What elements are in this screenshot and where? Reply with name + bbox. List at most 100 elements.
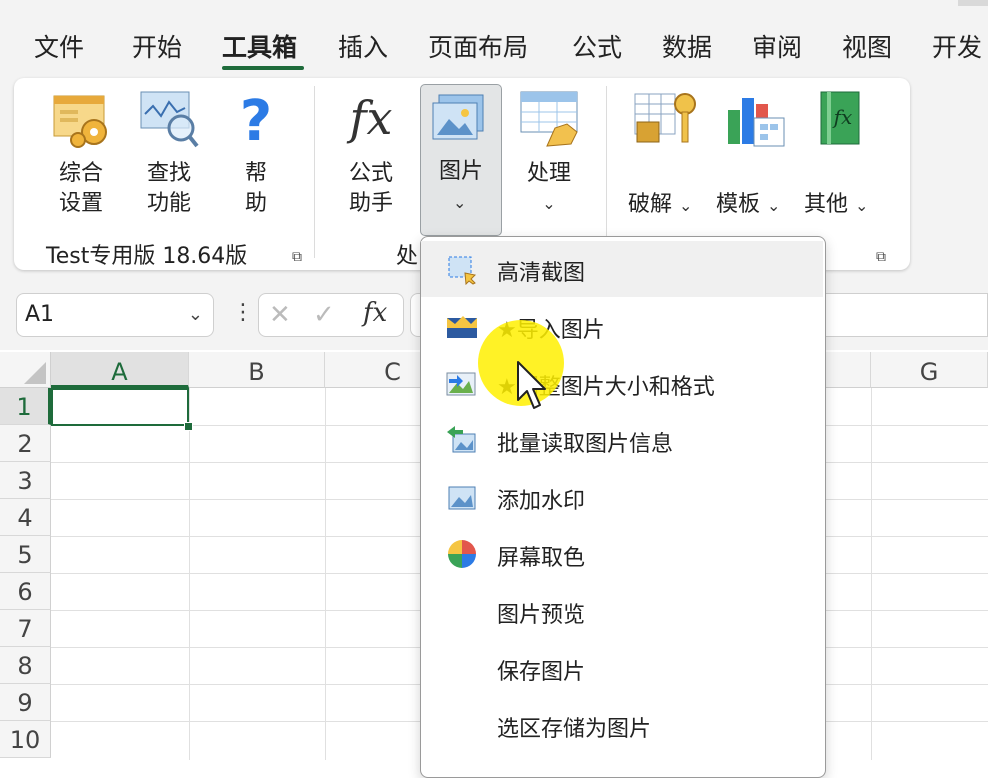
column-header-a[interactable]: A xyxy=(51,352,189,388)
tab-file[interactable]: 文件 xyxy=(34,28,84,64)
crack-button[interactable] xyxy=(626,88,706,159)
tab-developer[interactable]: 开发 xyxy=(932,28,982,64)
screenshot-icon xyxy=(448,256,477,285)
batch-read-icon xyxy=(447,426,476,453)
name-box-value: A1 xyxy=(25,302,55,327)
mouse-pointer-icon xyxy=(517,361,546,409)
row-header-5[interactable]: 5 xyxy=(0,536,51,573)
tab-formulas[interactable]: 公式 xyxy=(572,28,622,64)
find-function-line2: 功能 xyxy=(146,191,191,216)
chevron-down-icon: ⌄ xyxy=(453,193,467,212)
crack-label[interactable]: 破解 ⌄ xyxy=(628,190,692,221)
row-header-9[interactable]: 9 xyxy=(0,684,51,721)
menu-tab-bar: 文件 开始 工具箱 插入 页面布局 公式 数据 审阅 视图 开发 xyxy=(0,0,988,78)
settings-window-icon xyxy=(53,95,107,148)
question-mark-icon: ? xyxy=(240,89,272,154)
picture-icon xyxy=(432,94,484,140)
picture-label: 图片 xyxy=(438,159,483,184)
tab-data[interactable]: 数据 xyxy=(662,28,712,64)
insert-function-icon[interactable]: fx xyxy=(363,298,387,328)
fill-handle[interactable] xyxy=(184,422,193,431)
svg-text:?: ? xyxy=(240,89,272,150)
grid-line xyxy=(325,388,326,760)
select-all-triangle-icon xyxy=(24,362,46,384)
picture-button[interactable]: 图片 ⌄ xyxy=(420,84,502,236)
chevron-down-icon[interactable]: ⌄ xyxy=(188,304,203,325)
find-magnifier-icon xyxy=(140,91,199,148)
row-header-4[interactable]: 4 xyxy=(0,499,51,536)
dialog-launcher-icon[interactable]: ⧉ xyxy=(292,250,306,264)
tab-home[interactable]: 开始 xyxy=(132,28,182,64)
group1-label: Test专用版 18.64版 xyxy=(46,244,248,269)
menu-item-batch-read[interactable]: 批量读取图片信息 xyxy=(421,412,823,468)
import-picture-icon xyxy=(447,316,477,338)
menu-item-hd-screenshot[interactable]: 高清截图 xyxy=(421,241,823,297)
chevron-down-icon: ⌄ xyxy=(767,196,781,215)
more-options-icon[interactable]: ⋮ xyxy=(232,300,254,325)
formula-helper-line1: 公式 xyxy=(348,161,393,186)
row-header-1[interactable]: 1 xyxy=(0,388,51,425)
menu-item-color-picker[interactable]: 屏幕取色 xyxy=(421,526,823,582)
tab-page-layout[interactable]: 页面布局 xyxy=(428,28,528,64)
tab-toolbox[interactable]: 工具箱 xyxy=(222,28,297,64)
other-button[interactable]: fx xyxy=(806,88,876,159)
menu-item-label: 保存图片 xyxy=(497,660,586,685)
menu-item-label: 批量读取图片信息 xyxy=(497,432,674,457)
svg-text:fx: fx xyxy=(347,91,393,145)
row-header-3[interactable]: 3 xyxy=(0,462,51,499)
menu-item-watermark[interactable]: 添加水印 xyxy=(421,469,823,525)
active-tab-indicator xyxy=(222,66,304,70)
tab-review[interactable]: 审阅 xyxy=(752,28,802,64)
table-hand-icon xyxy=(520,91,578,147)
find-function-button[interactable]: 查找 功能 xyxy=(134,88,204,219)
row-header-8[interactable]: 8 xyxy=(0,647,51,684)
help-button[interactable]: ? 帮 助 xyxy=(228,88,284,219)
menu-item-label: 高清截图 xyxy=(497,261,586,286)
grid-line xyxy=(871,388,872,760)
formula-actions: ✕ ✓ fx xyxy=(258,293,404,337)
chevron-down-icon: ⌄ xyxy=(542,194,556,213)
svg-text:fx: fx xyxy=(832,105,853,129)
template-label[interactable]: 模板 ⌄ xyxy=(716,190,780,221)
chevron-down-icon: ⌄ xyxy=(855,196,869,215)
other-label[interactable]: 其他 ⌄ xyxy=(804,190,868,221)
resize-picture-icon xyxy=(446,372,476,396)
row-header-6[interactable]: 6 xyxy=(0,573,51,610)
formula-helper-button[interactable]: fx 公式 助手 xyxy=(336,88,406,219)
grid-line xyxy=(189,388,190,760)
template-text: 模板 xyxy=(716,192,761,217)
row-header-2[interactable]: 2 xyxy=(0,425,51,462)
cancel-icon[interactable]: ✕ xyxy=(269,300,291,330)
general-settings-button[interactable]: 综合 设置 xyxy=(46,88,116,219)
row-header-7[interactable]: 7 xyxy=(0,610,51,647)
window-corner xyxy=(958,0,988,6)
general-settings-line2: 设置 xyxy=(58,191,103,216)
menu-item-save-picture[interactable]: 保存图片 xyxy=(421,640,823,696)
menu-item-save-selection-as-picture[interactable]: 选区存储为图片 xyxy=(421,697,823,753)
general-settings-line1: 综合 xyxy=(58,161,103,186)
select-all-corner[interactable] xyxy=(0,352,51,388)
column-header-g[interactable]: G xyxy=(871,352,988,388)
find-function-line1: 查找 xyxy=(146,161,191,186)
ribbon-separator xyxy=(314,86,315,258)
watermark-icon xyxy=(448,486,476,510)
active-cell-a1[interactable] xyxy=(51,388,189,426)
tab-insert[interactable]: 插入 xyxy=(338,28,388,64)
menu-item-picture-preview[interactable]: 图片预览 xyxy=(421,583,823,639)
template-button[interactable] xyxy=(716,88,796,159)
tab-view[interactable]: 视图 xyxy=(842,28,892,64)
help-line1: 帮 xyxy=(244,161,267,186)
group2-label: 处 xyxy=(396,244,419,269)
process-button[interactable]: 处理 ⌄ xyxy=(514,88,584,219)
lock-key-icon xyxy=(634,93,696,143)
menu-item-label: 图片预览 xyxy=(497,603,586,628)
name-box[interactable]: A1 ⌄ xyxy=(16,293,214,337)
menu-item-label: 添加水印 xyxy=(497,489,586,514)
chart-template-icon xyxy=(728,98,785,147)
confirm-icon[interactable]: ✓ xyxy=(313,300,335,330)
column-header-b[interactable]: B xyxy=(189,352,325,388)
excel-book-icon: fx xyxy=(820,91,860,145)
dialog-launcher-icon[interactable]: ⧉ xyxy=(876,250,890,264)
row-header-10[interactable]: 10 xyxy=(0,721,51,758)
color-picker-icon xyxy=(448,540,476,568)
